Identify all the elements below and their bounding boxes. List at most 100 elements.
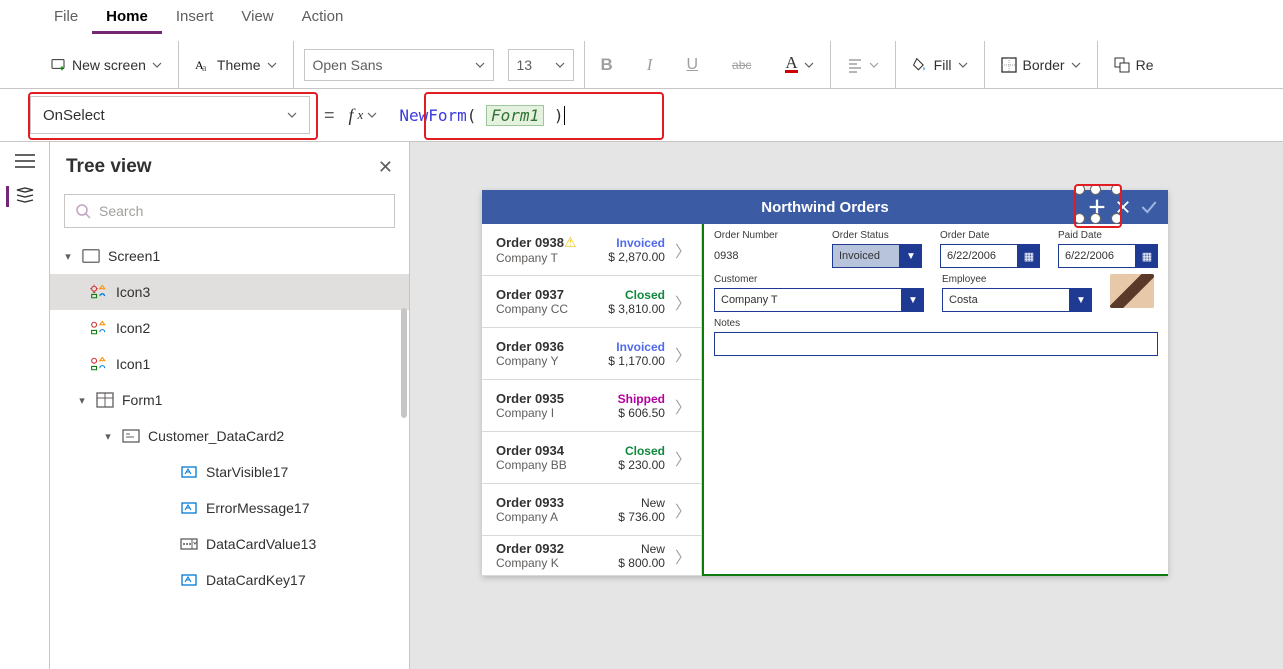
theme-icon: Aa [195,57,211,73]
scrollbar[interactable] [401,308,407,418]
order-id: Order 0936 [496,339,589,354]
tree-node-icon1[interactable]: Icon1 [50,346,409,382]
tree-node-label: Icon3 [116,284,150,300]
tree-node-label: Form1 [122,392,162,408]
chevron-right-icon[interactable]: 〉 [671,290,695,314]
menu-view[interactable]: View [227,0,287,31]
reorder-label: Re [1136,57,1154,73]
order-status-select[interactable]: Invoiced▼ [832,244,922,268]
employee-value: Costa [942,288,1070,312]
align-button[interactable] [841,53,885,77]
order-date-picker[interactable]: 6/22/2006▦ [940,244,1040,268]
field-label: Order Date [940,230,1040,241]
fx-button[interactable]: fx [349,105,378,126]
order-row[interactable]: Order 0933Company A New$ 736.00 〉 [482,484,701,536]
menu-file[interactable]: File [40,0,92,31]
reorder-button[interactable]: Re [1108,53,1160,77]
order-row[interactable]: Order 0936Company Y Invoiced$ 1,170.00 〉 [482,328,701,380]
tree-title: Tree view [66,156,152,178]
tree-node-label: ErrorMessage17 [206,500,310,516]
strikethrough-button[interactable]: abc [726,54,757,76]
paid-date-picker[interactable]: 6/22/2006▦ [1058,244,1158,268]
menu-home[interactable]: Home [92,0,162,34]
customer-select[interactable]: Company T▼ [714,288,924,312]
order-status: Closed [595,288,665,302]
close-icon[interactable]: ✕ [378,157,393,178]
chevron-right-icon[interactable]: 〉 [671,544,695,568]
chevron-right-icon[interactable]: 〉 [671,238,695,262]
chevron-right-icon[interactable]: 〉 [671,446,695,470]
ribbon: New screen Aa Theme Open Sans 13 B I U a… [0,40,1283,88]
equals-sign: = [324,105,335,126]
order-id: Order 0932 [496,541,589,556]
border-icon [1001,57,1017,73]
order-row[interactable]: Order 0934Company BB Closed$ 230.00 〉 [482,432,701,484]
menu-action[interactable]: Action [288,0,358,31]
tree-node-screen[interactable]: ▾ Screen1 [50,238,409,274]
tree-view-icon[interactable] [15,186,35,204]
tree-node-icon3[interactable]: Icon3 [50,274,409,310]
chevron-down-icon: ▼ [900,244,922,268]
order-amount: $ 2,870.00 [595,250,665,264]
hamburger-icon[interactable] [15,154,35,168]
tree-node-label: Screen1 [108,248,160,264]
tree-node-icon2[interactable]: Icon2 [50,310,409,346]
chevron-down-icon [287,110,297,120]
order-amount: $ 1,170.00 [595,354,665,368]
control-icon [90,356,108,372]
order-id: Order 0934 [496,443,589,458]
order-status: Closed [595,444,665,458]
add-icon[interactable] [1084,194,1110,220]
reorder-icon [1114,57,1130,73]
chevron-down-icon [804,60,814,70]
chevron-down-icon [152,60,162,70]
app-preview: Northwind Orders [482,190,1168,576]
tree-node-datacard[interactable]: ▾ Customer_DataCard2 [50,418,409,454]
italic-button[interactable]: I [641,51,659,79]
chevron-down-icon [1071,60,1081,70]
submit-icon[interactable] [1136,194,1162,220]
font-color-button[interactable]: A [779,52,819,77]
tree-search-input[interactable]: Search [64,194,395,228]
order-row[interactable]: Order 0935Company I Shipped$ 606.50 〉 [482,380,701,432]
menu-insert[interactable]: Insert [162,0,228,31]
control-icon [90,284,108,300]
new-screen-button[interactable]: New screen [44,53,168,77]
border-button[interactable]: Border [995,53,1087,77]
order-row[interactable]: Order 0932Company K New$ 800.00 〉 [482,536,701,576]
underline-button[interactable]: U [680,52,704,78]
font-size-select[interactable]: 13 [508,49,574,81]
tree-node-label: DataCardValue13 [206,536,316,552]
order-status: Invoiced [595,236,665,250]
tree-node-datacardvalue[interactable]: DataCardValue13 [50,526,409,562]
chevron-right-icon[interactable]: 〉 [671,394,695,418]
font-family-value: Open Sans [313,57,383,73]
bold-button[interactable]: B [595,51,619,79]
chevron-right-icon[interactable]: 〉 [671,498,695,522]
order-status: New [595,542,665,556]
tree-node-label: Icon1 [116,356,150,372]
canvas[interactable]: Northwind Orders [410,142,1283,669]
theme-button[interactable]: Aa Theme [189,53,283,77]
formula-arg: Form1 [486,105,544,126]
property-selector[interactable]: OnSelect [30,96,310,134]
orders-gallery[interactable]: Order 0938⚠ Company T Invoiced $ 2,870.0… [482,224,702,576]
order-status-value: Invoiced [832,244,900,268]
chevron-right-icon[interactable]: 〉 [671,342,695,366]
font-family-select[interactable]: Open Sans [304,49,494,81]
datacard-icon [122,428,140,444]
font-size-value: 13 [517,57,533,73]
tree-node-form1[interactable]: ▾ Form1 [50,382,409,418]
order-company: Company CC [496,302,589,316]
order-row[interactable]: Order 0938⚠ Company T Invoiced $ 2,870.0… [482,224,701,276]
fill-button[interactable]: Fill [906,53,974,77]
employee-select[interactable]: Costa▼ [942,288,1092,312]
tree-node-starvisible[interactable]: StarVisible17 [50,454,409,490]
formula-input[interactable]: NewForm( Form1 ) [391,96,1275,134]
order-row[interactable]: Order 0937Company CC Closed$ 3,810.00 〉 [482,276,701,328]
tree-node-errormessage[interactable]: ErrorMessage17 [50,490,409,526]
notes-input[interactable] [714,332,1158,356]
cancel-icon[interactable] [1110,194,1136,220]
tree-node-datacardkey[interactable]: DataCardKey17 [50,562,409,598]
order-company: Company K [496,556,589,570]
